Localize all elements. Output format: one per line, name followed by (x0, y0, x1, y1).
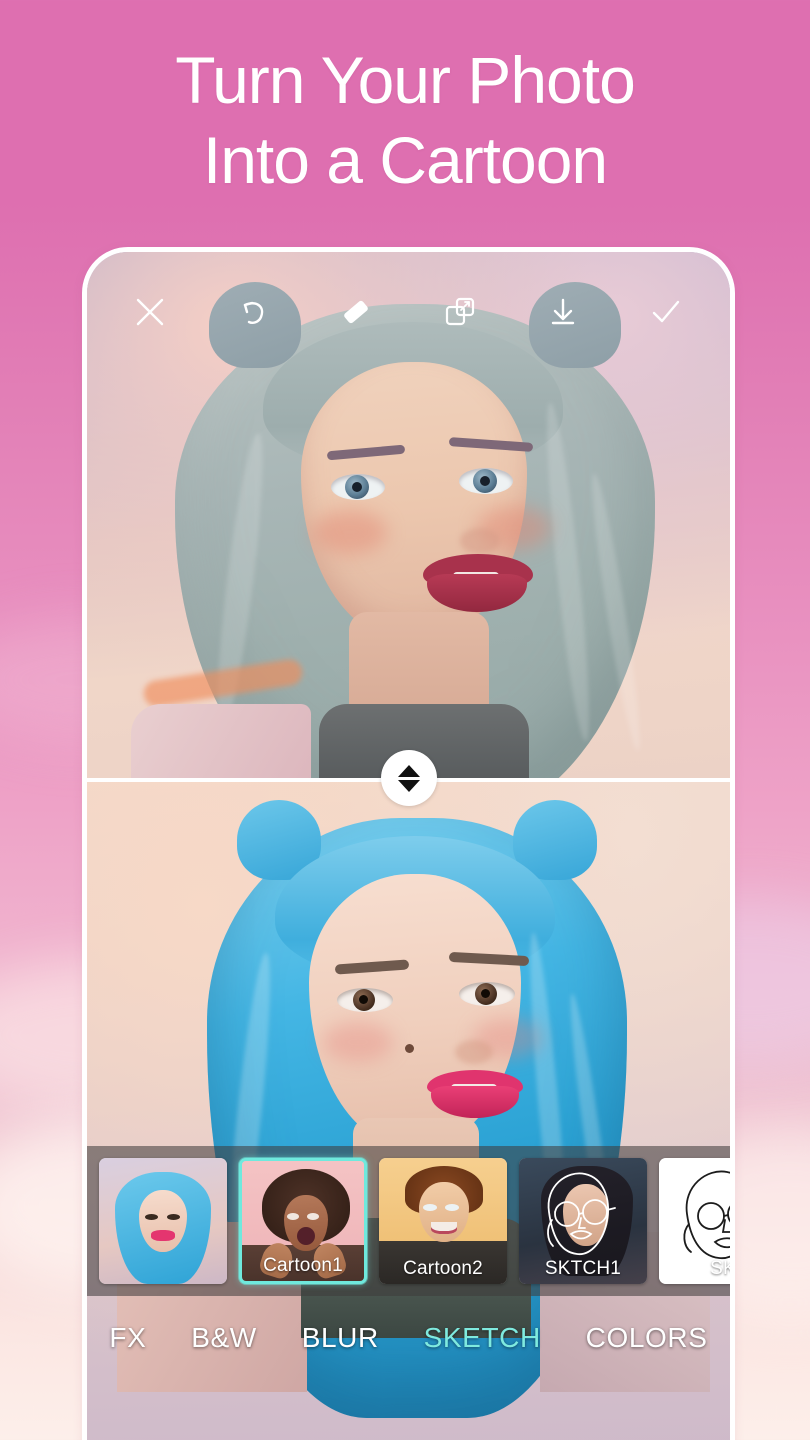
filter-thumb-cartoon1[interactable]: Cartoon1 (239, 1158, 367, 1284)
compare-slider-handle[interactable] (380, 750, 437, 806)
phone-mockup: Cartoon1 Cartoon2 SKTCH1 S FX B&W BLUR S… (82, 247, 735, 1440)
page-title: Turn Your Photo Into a Cartoon (0, 40, 810, 200)
filter-thumb-label: SK (710, 1258, 730, 1279)
thumb-artwork (99, 1158, 227, 1284)
filter-thumbnail-strip[interactable]: Cartoon1 Cartoon2 SKTCH1 S (87, 1146, 730, 1296)
tab-blur[interactable]: BLUR (296, 1318, 385, 1358)
undo-icon[interactable] (235, 295, 269, 329)
tab-colors[interactable]: COLORS (580, 1318, 714, 1358)
cartoon-garment-left (131, 704, 311, 780)
photo-beauty-mark (405, 1044, 414, 1053)
tab-fx[interactable]: FX (103, 1318, 152, 1358)
cartoon-blush (313, 510, 387, 554)
download-icon[interactable] (546, 295, 580, 329)
cartoon-pupil (352, 482, 362, 492)
cartoon-pupil (480, 476, 490, 486)
filter-thumb-label: Cartoon1 (263, 1255, 343, 1276)
editor-toolbar (87, 280, 730, 344)
arrow-down-icon (397, 779, 420, 792)
filter-thumb-label: Cartoon2 (403, 1258, 483, 1279)
filter-thumb-cartoon2[interactable]: Cartoon2 (379, 1158, 507, 1284)
headline-line-2: Into a Cartoon (202, 123, 608, 197)
app-screen: Cartoon1 Cartoon2 SKTCH1 S FX B&W BLUR S… (87, 252, 730, 1440)
filter-thumb-sktch2[interactable]: SK (659, 1158, 730, 1284)
filter-thumb-label: SKTCH1 (544, 1258, 622, 1279)
headline-line-1: Turn Your Photo (175, 43, 636, 117)
tab-bw[interactable]: B&W (185, 1318, 263, 1358)
photo-nose (455, 1040, 493, 1064)
close-icon[interactable] (133, 295, 167, 329)
photo-blush (323, 1022, 393, 1062)
layers-icon[interactable] (442, 294, 478, 330)
filter-category-tabs: FX B&W BLUR SKETCH COLORS (87, 1296, 730, 1440)
photo-pupil (359, 995, 368, 1004)
check-icon[interactable] (648, 294, 684, 330)
eraser-icon[interactable] (337, 293, 375, 331)
filter-thumb-sktch1[interactable]: SKTCH1 (519, 1158, 647, 1284)
arrow-up-icon (397, 764, 420, 777)
tab-sketch[interactable]: SKETCH (418, 1318, 547, 1358)
filter-thumb-original[interactable] (99, 1158, 227, 1284)
cartoon-nose (460, 528, 500, 554)
photo-pupil (481, 989, 490, 998)
